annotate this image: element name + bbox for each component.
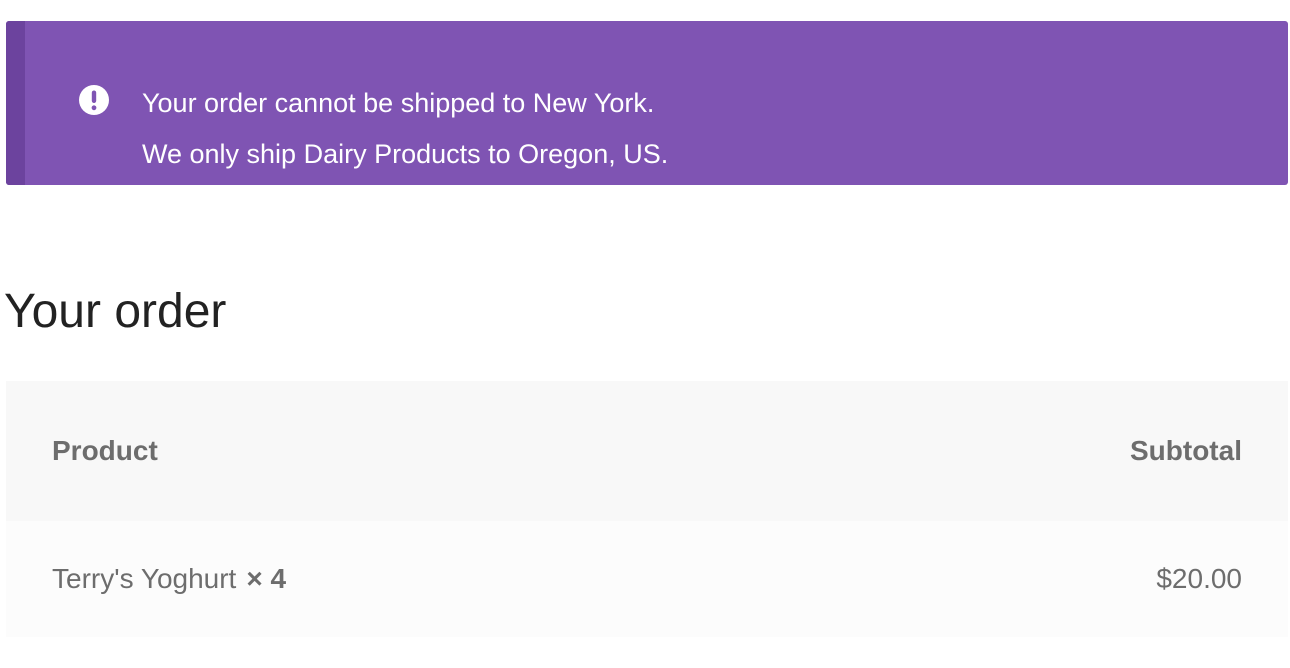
- order-review-table: Product Subtotal Terry's Yoghurt × 4 $20.…: [6, 381, 1288, 637]
- product-column-header: Product: [52, 435, 158, 466]
- product-subtotal: $20.00: [1156, 563, 1242, 594]
- notice-line-1: Your order cannot be shipped to New York…: [142, 88, 655, 118]
- product-cell: Terry's Yoghurt × 4: [6, 521, 795, 637]
- subtotal-column-header: Subtotal: [1130, 435, 1242, 466]
- header-row: Product Subtotal: [6, 381, 1288, 521]
- product-quantity: × 4: [246, 563, 287, 594]
- product-name: Terry's Yoghurt: [52, 563, 237, 594]
- order-heading: Your order: [4, 285, 227, 338]
- shipping-error-notice: Your order cannot be shipped to New York…: [6, 21, 1288, 185]
- order-table-body: Terry's Yoghurt × 4 $20.00: [6, 521, 1288, 637]
- notice-line-2: We only ship Dairy Products to Oregon, U…: [142, 139, 669, 169]
- exclamation-circle-icon: [79, 85, 109, 115]
- order-table-header: Product Subtotal: [6, 381, 1288, 521]
- table-row: Terry's Yoghurt × 4 $20.00: [6, 521, 1288, 637]
- notice-accent-bar: [6, 21, 25, 185]
- notice-message: Your order cannot be shipped to New York…: [142, 78, 668, 180]
